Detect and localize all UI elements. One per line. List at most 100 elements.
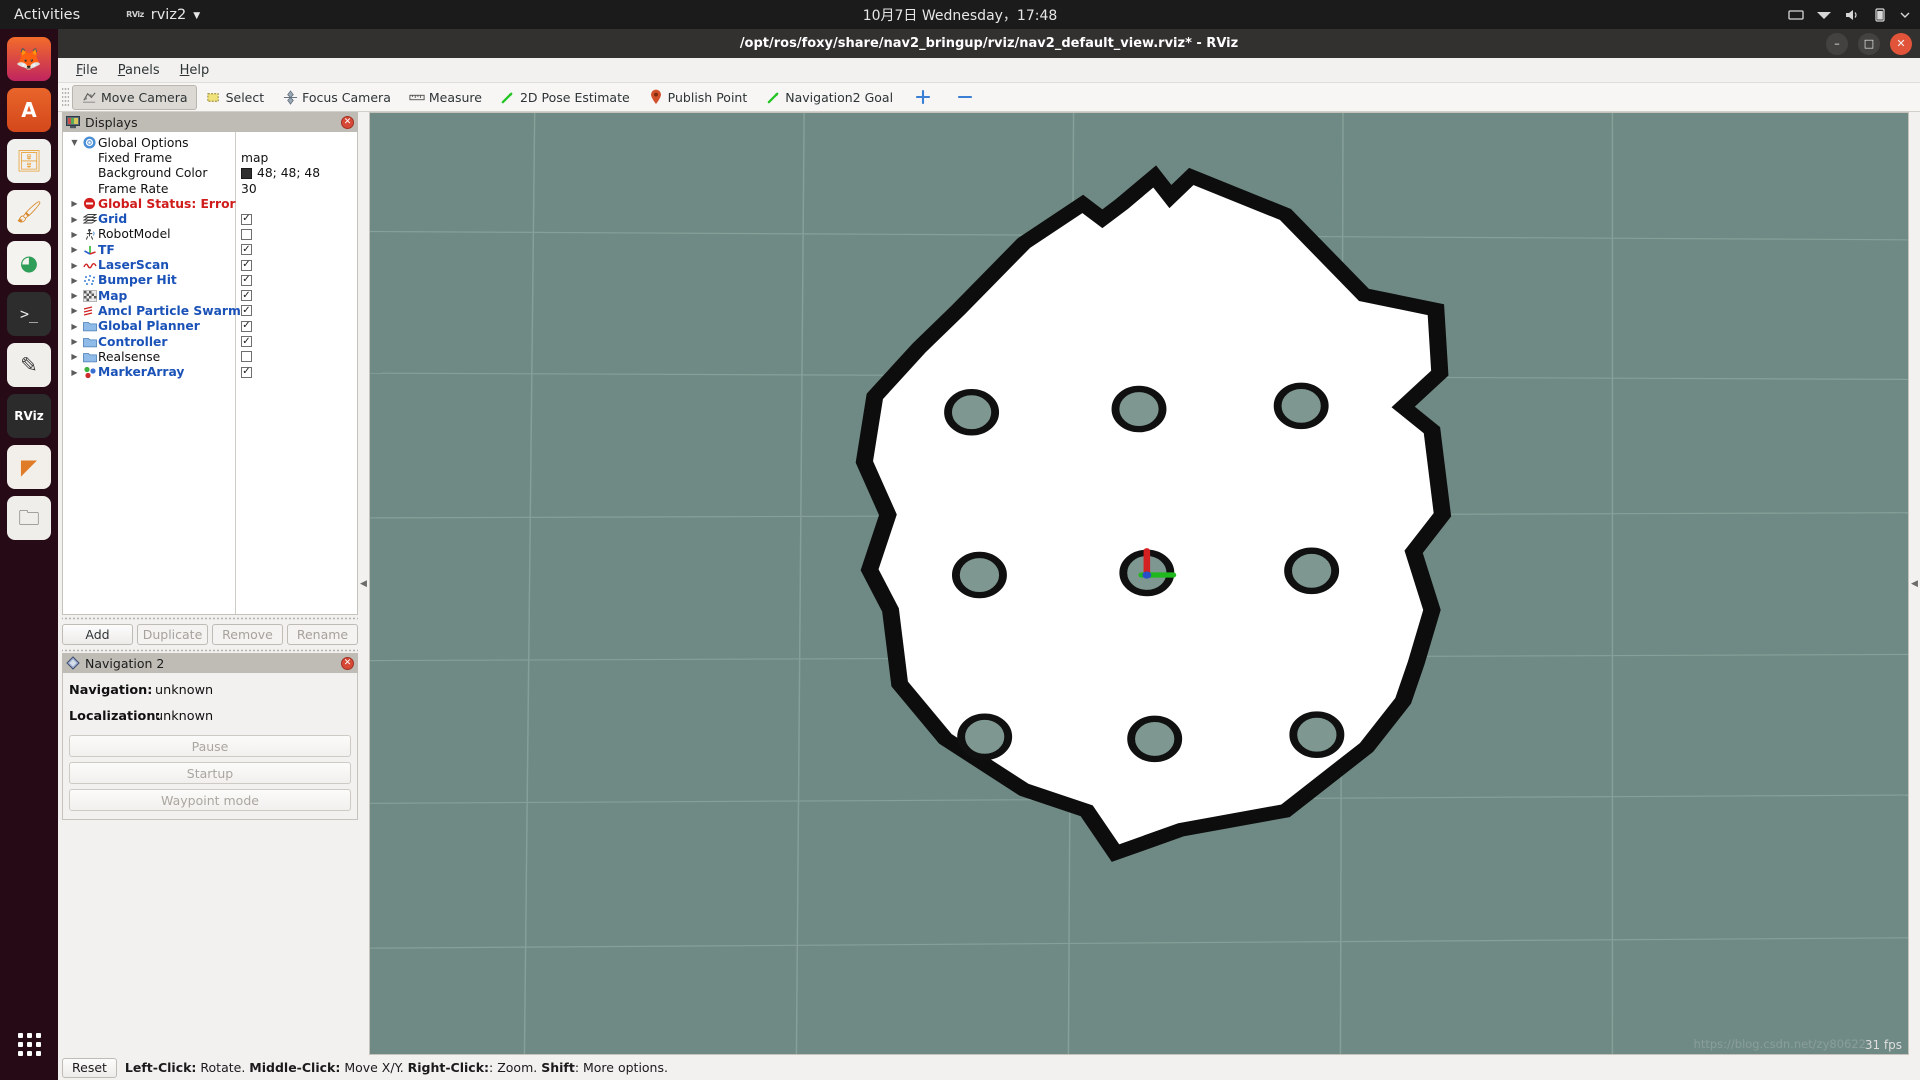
tree-value[interactable] (241, 351, 252, 363)
expander-icon[interactable]: ▶ (68, 322, 81, 331)
show-applications-button[interactable] (7, 1022, 51, 1066)
tree-value[interactable]: ✓ (241, 366, 252, 378)
expander-icon[interactable]: ▶ (68, 261, 81, 270)
dock-item-nautilus[interactable]: 🗀 (7, 496, 51, 540)
expander-icon[interactable]: ▶ (68, 291, 81, 300)
tree-value[interactable]: 48; 48; 48 (241, 166, 320, 180)
checkbox-checked[interactable]: ✓ (241, 336, 252, 347)
tree-row-robotmodel[interactable]: ▶ RobotModel (63, 227, 357, 242)
tree-row-laserscan[interactable]: ▶ LaserScan ✓ (63, 257, 357, 272)
tree-value[interactable]: ✓ (241, 320, 252, 332)
checkbox-checked[interactable]: ✓ (241, 244, 252, 256)
expander-icon[interactable]: ▶ (68, 368, 81, 377)
tree-value[interactable]: ✓ (241, 290, 252, 302)
waypoint-mode-button[interactable]: Waypoint mode (69, 789, 351, 812)
nav2-panel-close-icon[interactable]: ✕ (341, 656, 354, 670)
expander-icon[interactable]: ▶ (68, 276, 81, 285)
checkbox-checked[interactable]: ✓ (241, 290, 252, 302)
tree-row-controller[interactable]: ▶ Controller ✓ (63, 334, 357, 349)
checkbox-checked[interactable]: ✓ (241, 320, 252, 332)
clock[interactable]: 10月7日 Wednesday，17:48 (863, 5, 1058, 25)
tree-row-tf[interactable]: ▶ TF ✓ (63, 242, 357, 257)
tree-row-markerarray[interactable]: ▶ MarkerArray ✓ (63, 364, 357, 379)
remove-button[interactable]: Remove (212, 624, 283, 646)
menu-panels[interactable]: Panels (110, 60, 168, 81)
tree-value[interactable]: ✓ (241, 305, 252, 317)
dock-item-terminal[interactable]: >_ (7, 292, 51, 336)
tool-publish-point[interactable]: Publish Point (639, 85, 757, 110)
toolbar-grip[interactable] (62, 86, 69, 108)
checkbox-checked[interactable]: ✓ (241, 274, 252, 286)
checkbox-checked[interactable]: ✓ (241, 259, 252, 271)
tree-value[interactable]: 30 (241, 182, 257, 196)
battery-icon[interactable] (1872, 7, 1888, 23)
tree-row-global-planner[interactable]: ▶ Global Planner ✓ (63, 319, 357, 334)
splitter-handle[interactable] (62, 615, 358, 623)
displays-panel-close-icon[interactable]: ✕ (341, 115, 354, 129)
add-tool-button[interactable] (902, 85, 944, 110)
activities-button[interactable]: Activities (14, 7, 80, 23)
expander-icon[interactable]: ▶ (68, 199, 81, 208)
tree-row-frame-rate[interactable]: Frame Rate 30 (63, 181, 357, 196)
tool-2d-pose-estimate[interactable]: 2D Pose Estimate (491, 85, 639, 110)
tree-row-amcl-particle-swarm[interactable]: ▶ Amcl Particle Swarm ✓ (63, 303, 357, 318)
app-menu-button[interactable]: RViz rviz2 ▼ (126, 7, 200, 23)
dock-item-green-app[interactable]: ◕ (7, 241, 51, 285)
tool-select[interactable]: Select (197, 85, 274, 110)
pause-button[interactable]: Pause (69, 735, 351, 758)
checkbox-unchecked[interactable] (241, 351, 252, 363)
dock-item-text-editor[interactable]: ✎ (7, 343, 51, 387)
maximize-button[interactable]: □ (1858, 32, 1880, 55)
expander-icon[interactable]: ▶ (68, 337, 81, 346)
volume-icon[interactable] (1844, 7, 1860, 23)
tree-row-map[interactable]: ▶ Map ✓ (63, 288, 357, 303)
minimize-button[interactable]: – (1826, 32, 1848, 55)
rename-button[interactable]: Rename (287, 624, 358, 646)
dock-item-ubuntu-software[interactable]: A (7, 88, 51, 132)
tree-value[interactable]: ✓ (241, 213, 252, 225)
tool-focus-camera[interactable]: Focus Camera (273, 85, 400, 110)
tool-navigation2-goal[interactable]: Navigation2 Goal (756, 85, 902, 110)
dock-item-rviz[interactable]: RViz (7, 394, 51, 438)
tree-row-global-options[interactable]: ▼ Global Options (63, 135, 357, 150)
tree-row-grid[interactable]: ▶ Grid ✓ (63, 211, 357, 226)
checkbox-checked[interactable]: ✓ (241, 366, 252, 378)
expander-icon[interactable]: ▶ (68, 215, 81, 224)
checkbox-unchecked[interactable] (241, 228, 252, 240)
tree-row-fixed-frame[interactable]: Fixed Frame map (63, 150, 357, 165)
remove-tool-button[interactable] (944, 85, 986, 110)
expander-icon[interactable]: ▶ (68, 352, 81, 361)
expander-icon[interactable]: ▶ (68, 306, 81, 315)
close-button[interactable]: ✕ (1890, 32, 1912, 55)
tree-value[interactable]: ✓ (241, 244, 252, 256)
dock-item-orange-app[interactable]: ◤ (7, 445, 51, 489)
network-icon[interactable] (1816, 7, 1832, 23)
dock-item-firefox[interactable]: 🦊 (7, 37, 51, 81)
add-button[interactable]: Add (62, 624, 133, 646)
screen-icon[interactable] (1788, 7, 1804, 23)
render-viewport[interactable]: https://blog.csdn.net/zy80622 31 fps (369, 112, 1909, 1055)
tree-value[interactable]: ✓ (241, 259, 252, 271)
tree-value[interactable]: ✓ (241, 274, 252, 286)
displays-tree[interactable]: ▼ Global Options Fixed Frame map Backgro… (62, 132, 358, 616)
startup-button[interactable]: Startup (69, 762, 351, 785)
expander-icon[interactable]: ▼ (68, 138, 81, 147)
dock-item-files[interactable]: 🗄 (7, 139, 51, 183)
menu-file[interactable]: FFileile (68, 60, 106, 81)
tool-move-camera[interactable]: Move Camera (72, 84, 197, 110)
checkbox-checked[interactable]: ✓ (241, 213, 252, 225)
left-panel-collapse-handle[interactable]: ◀ (358, 112, 369, 1055)
tree-row-global-status[interactable]: ▶ Global Status: Error (63, 196, 357, 211)
checkbox-checked[interactable]: ✓ (241, 305, 252, 317)
tree-value[interactable] (241, 228, 252, 240)
power-menu-icon[interactable] (1900, 10, 1910, 20)
expander-icon[interactable]: ▶ (68, 230, 81, 239)
tree-value[interactable]: ✓ (241, 336, 252, 347)
tree-value[interactable]: map (241, 151, 268, 165)
tree-row-bumper-hit[interactable]: ▶ Bumper Hit ✓ (63, 273, 357, 288)
duplicate-button[interactable]: Duplicate (137, 624, 208, 646)
tree-row-realsense[interactable]: ▶ Realsense (63, 349, 357, 364)
tree-row-background-color[interactable]: Background Color 48; 48; 48 (63, 166, 357, 181)
expander-icon[interactable]: ▶ (68, 245, 81, 254)
right-panel-collapse-handle[interactable]: ◀ (1909, 112, 1920, 1055)
